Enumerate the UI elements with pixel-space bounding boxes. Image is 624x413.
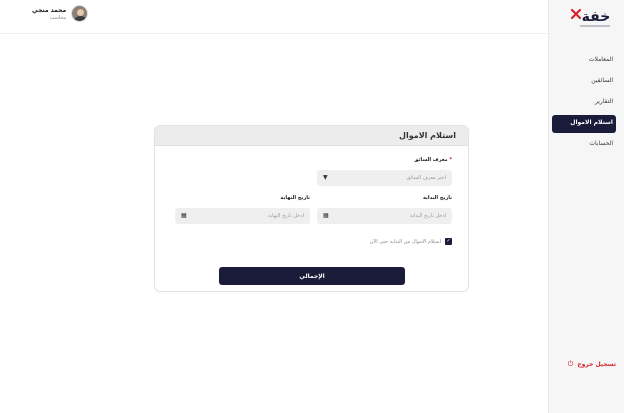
card-title: استلام الاموال (155, 126, 468, 146)
driver-id-select[interactable]: اختر معرف السائق ▼ (317, 170, 452, 186)
end-date-placeholder: ادخل تاريخ النهاية (268, 213, 304, 219)
brand-logo[interactable]: خفة (566, 4, 614, 30)
user-name: محمد منجي (32, 6, 67, 14)
sidebar-item-reports[interactable]: التقارير (552, 94, 616, 112)
svg-text:خفة: خفة (582, 9, 611, 25)
user-role: محاسب (49, 14, 67, 21)
from-start-checkbox[interactable]: ✓ (445, 238, 452, 245)
user-info: محمد منجي محاسب (32, 7, 66, 21)
sidebar-item-receive-money[interactable]: استلام الاموال (552, 115, 616, 133)
sidebar-item-drivers[interactable]: السائقين (552, 73, 616, 91)
sidebar-nav: المعاملات السائقين التقارير استلام الامو… (552, 52, 616, 157)
start-date-label: تاريخ البداية (423, 195, 452, 201)
end-date-input[interactable]: ادخل تاريخ النهاية ▦ (175, 208, 310, 224)
from-start-checkbox-label[interactable]: استلام الاموال من البداية حتى الآن (370, 239, 441, 245)
logout-button[interactable]: تسجيل خروج ⏻ (567, 360, 616, 369)
driver-id-placeholder: اختر معرف السائق (406, 175, 446, 181)
top-bar: محمد منجي محاسب (0, 0, 548, 34)
sidebar-item-accounts[interactable]: الحسابات (552, 136, 616, 154)
end-date-label: تاريخ النهاية (280, 195, 310, 201)
user-profile[interactable]: محمد منجي محاسب (32, 5, 89, 22)
logout-label: تسجيل خروج (577, 361, 616, 368)
driver-id-label: * معرف السائق (414, 157, 452, 163)
receive-money-card: استلام الاموال * معرف السائق اختر معرف ا… (154, 125, 469, 292)
calendar-icon[interactable]: ▦ (181, 213, 187, 219)
required-mark: * (449, 157, 452, 163)
start-date-input[interactable]: ادخل تاريخ البداية ▦ (317, 208, 452, 224)
driver-id-label-text: معرف السائق (414, 157, 448, 163)
calendar-icon[interactable]: ▦ (323, 213, 329, 219)
logout-icon: ⏻ (567, 360, 574, 368)
sidebar: خفة المعاملات السائقين التقارير استلام ا… (548, 0, 624, 413)
total-button[interactable]: الإجمالي (219, 267, 405, 285)
start-date-placeholder: ادخل تاريخ البداية (409, 213, 446, 219)
sidebar-item-transactions[interactable]: المعاملات (552, 52, 616, 70)
avatar[interactable] (71, 5, 89, 22)
caret-down-icon: ▼ (323, 174, 328, 181)
from-start-checkbox-row[interactable]: ✓ استلام الاموال من البداية حتى الآن (370, 238, 452, 245)
